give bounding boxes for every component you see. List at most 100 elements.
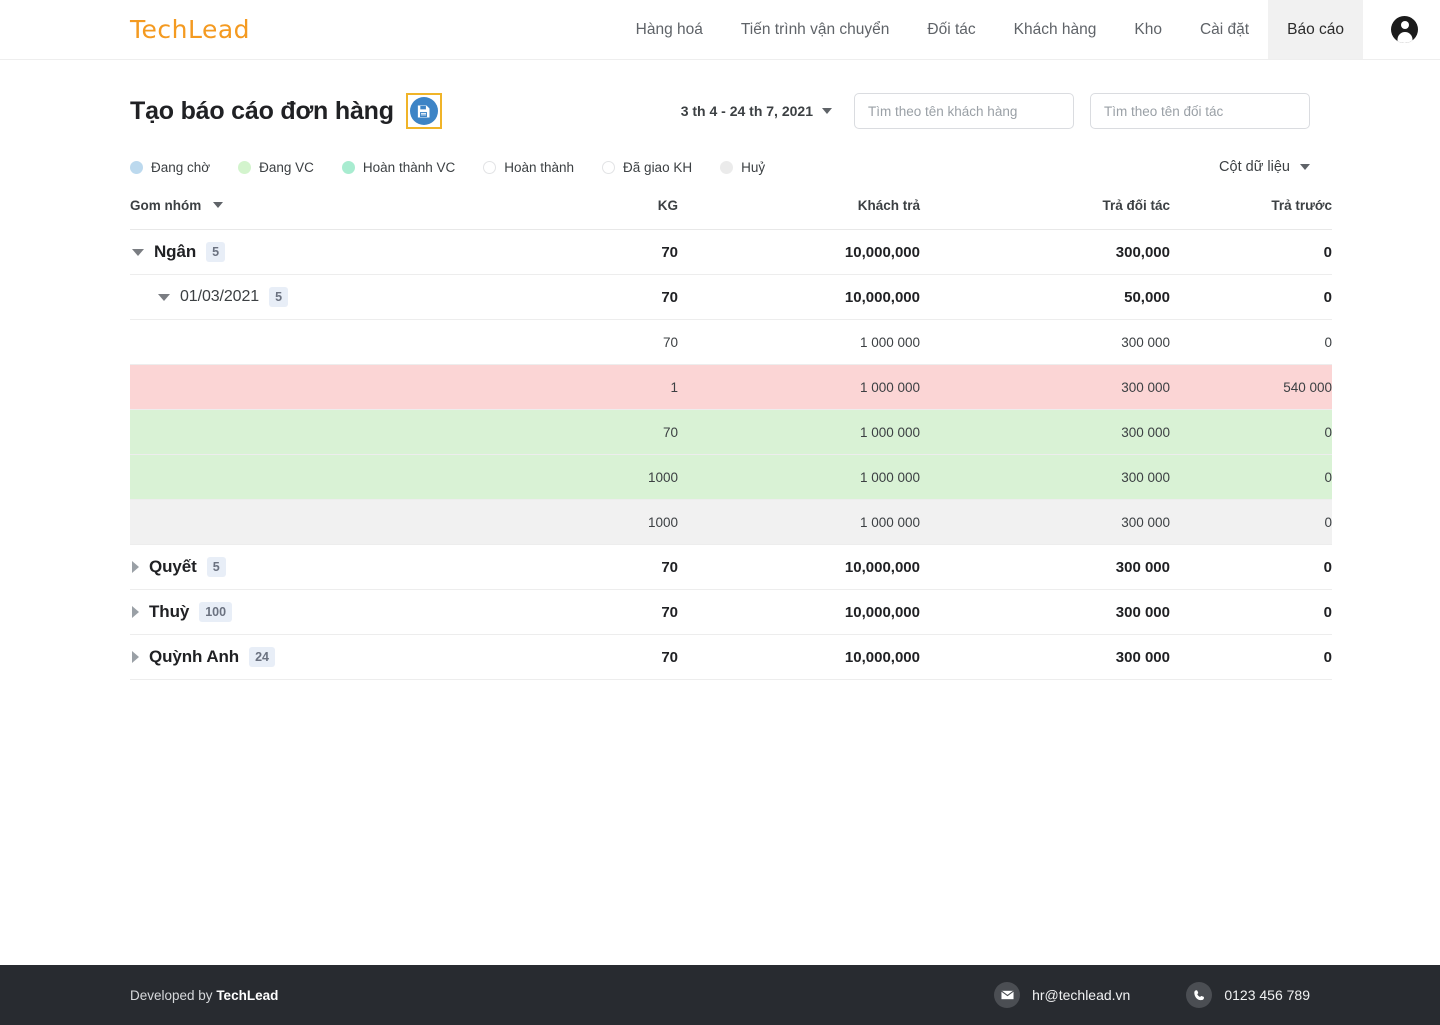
chevron-right-icon[interactable] [132, 606, 139, 618]
cell-group: Quỳnh Anh 24 [130, 634, 510, 680]
cell-khach-tra: 1 000 000 [700, 364, 920, 410]
legend-item-0[interactable]: Đang chờ [130, 160, 210, 175]
customer-search-input[interactable] [854, 93, 1074, 129]
cell-tra-truoc: 0 [1170, 544, 1332, 590]
nav-item-3[interactable]: Khách hàng [995, 0, 1116, 59]
group-toggle[interactable]: Quỳnh Anh 24 [130, 646, 510, 668]
cell-tra-truoc: 540 000 [1170, 364, 1332, 410]
chevron-right-icon[interactable] [132, 651, 139, 663]
cell-tra-truoc: 0 [1170, 274, 1332, 320]
account-button[interactable] [1373, 0, 1440, 59]
group-toggle[interactable]: Quyết 5 [130, 556, 510, 578]
cell-tra-truoc: 0 [1170, 229, 1332, 275]
legend-item-1[interactable]: Đang VC [238, 160, 314, 175]
nav-item-label: Cài đặt [1199, 20, 1250, 38]
legend-item-label: Hoàn thành VC [362, 159, 456, 175]
footer-email[interactable]: hr@techlead.vn [994, 982, 1130, 1008]
cell-group: Thuỳ 100 [130, 589, 510, 635]
date-range-picker[interactable]: 3 th 4 - 24 th 7, 2021 [681, 103, 838, 119]
partner-search-input[interactable] [1090, 93, 1310, 129]
nav-item-2[interactable]: Đối tác [908, 0, 994, 59]
cell-tra-truoc: 0 [1170, 454, 1332, 500]
group-count-badge: 5 [206, 556, 226, 578]
phone-icon [1186, 982, 1213, 1008]
legend-item-3[interactable]: Hoàn thành [483, 160, 574, 175]
table-row[interactable]: 1000 1 000 000 300 000 0 [130, 454, 1332, 500]
group-label: Quyết [149, 557, 197, 576]
data-columns-button[interactable]: Cột dữ liệu [1219, 159, 1310, 175]
chevron-right-icon[interactable] [132, 561, 139, 573]
nav-item-0[interactable]: Hàng hoá [617, 0, 722, 59]
table-group-row[interactable]: 01/03/2021 5 70 10,000,000 50,000 0 [130, 274, 1332, 320]
group-count-badge: 100 [199, 601, 233, 623]
footer-phone[interactable]: 0123 456 789 [1186, 982, 1310, 1008]
page-title: Tạo báo cáo đơn hàng [130, 96, 394, 125]
cell-khach-tra: 10,000,000 [700, 634, 920, 680]
cell-kg: 1000 [510, 499, 700, 545]
nav-item-label: Hàng hoá [635, 20, 703, 38]
table-group-row[interactable]: Thuỳ 100 70 10,000,000 300 000 0 [130, 589, 1332, 635]
cell-tra-truoc: 0 [1170, 589, 1332, 635]
nav-items: Hàng hoá Tiến trình vận chuyển Đối tác Khác… [430, 0, 1373, 59]
cell-khach-tra: 10,000,000 [700, 589, 920, 635]
cell-kg: 70 [510, 544, 700, 590]
nav-item-1[interactable]: Tiến trình vận chuyển [722, 0, 908, 59]
column-header-tra-doi-tac[interactable]: Trả đối tác [920, 192, 1170, 230]
legend-item-2[interactable]: Hoàn thành VC [341, 159, 456, 175]
table-group-row[interactable]: Quyết 5 70 10,000,000 300 000 0 [130, 544, 1332, 590]
user-avatar-icon[interactable] [1391, 16, 1418, 43]
cell-tra-doi-tac: 300 000 [920, 634, 1170, 680]
table-row[interactable]: 11 000 000 300 000 540 000 [130, 364, 1332, 410]
cell-group: Quyết 5 [130, 544, 510, 590]
column-header-group[interactable]: Gom nhóm [130, 192, 510, 230]
legend-item-4[interactable]: Đã giao KH [602, 160, 692, 175]
developed-by-prefix: Developed by [130, 987, 217, 1003]
cell-tra-doi-tac: 300 000 [920, 319, 1170, 365]
save-report-button[interactable] [405, 93, 442, 129]
group-toggle[interactable]: 01/03/2021 5 [130, 286, 510, 308]
report-table-container: Gom nhóm KG Khách trả Trả đối tác Trả tr… [0, 192, 1440, 680]
techlead-logo[interactable]: TechLead [130, 15, 250, 44]
group-count-badge: 24 [249, 646, 275, 668]
column-header-tra-truoc[interactable]: Trả trước [1170, 192, 1332, 230]
nav-item-5[interactable]: Cài đặt [1181, 0, 1268, 59]
data-columns-label: Cột dữ liệu [1219, 159, 1290, 175]
nav-item-label: Khách hàng [1013, 20, 1097, 38]
nav-item-label: Kho [1134, 20, 1162, 38]
nav-item-4[interactable]: Kho [1115, 0, 1181, 59]
cell-khach-tra: 1 000 000 [700, 499, 920, 545]
table-header: Gom nhóm KG Khách trả Trả đối tác Trả tr… [130, 192, 1332, 230]
column-header-group-label: Gom nhóm [130, 198, 202, 213]
group-toggle[interactable]: Ngân 5 [130, 241, 510, 263]
chevron-down-icon[interactable] [132, 248, 144, 256]
table-group-row[interactable]: Quỳnh Anh 24 70 10,000,000 300 000 0 [130, 634, 1332, 680]
column-header-khach-tra[interactable]: Khách trả [700, 192, 920, 230]
floppy-disk-save-icon [409, 97, 438, 125]
cell-tra-doi-tac: 300 000 [920, 409, 1170, 455]
cell-tra-doi-tac: 300 000 [920, 544, 1170, 590]
group-toggle[interactable]: Thuỳ 100 [130, 601, 510, 623]
logo-area[interactable]: TechLead [0, 0, 430, 59]
cell-group [130, 364, 510, 410]
top-navigation-bar: TechLead Hàng hoá Tiến trình vận chuyển Đố… [0, 0, 1440, 60]
cell-tra-doi-tac: 300 000 [920, 454, 1170, 500]
group-label: Thuỳ [149, 602, 190, 621]
cell-tra-truoc: 0 [1170, 409, 1332, 455]
table-row[interactable]: 1000 1 000 000 300 000 0 [130, 499, 1332, 545]
table-group-row[interactable]: Ngân 5 70 10,000,000 300,000 0 [130, 229, 1332, 275]
cell-kg: 70 [510, 229, 700, 275]
footer-contacts: hr@techlead.vn 0123 456 789 [994, 982, 1310, 1008]
table-row[interactable]: 70 1 000 000 300 000 0 [130, 319, 1332, 365]
cell-kg: 70 [510, 274, 700, 320]
table-body: Ngân 5 70 10,000,000 300,000 0 01/03/2021 5 70 10… [130, 229, 1332, 680]
chevron-down-icon [822, 108, 832, 114]
column-header-kg[interactable]: KG [510, 192, 700, 230]
cell-khach-tra: 10,000,000 [700, 229, 920, 275]
table-row[interactable]: 70 1 000 000 300 000 0 [130, 409, 1332, 455]
chevron-down-icon[interactable] [158, 293, 170, 301]
cell-group: Ngân 5 [130, 229, 510, 275]
page-footer: Developed by TechLead hr@techlead.vn 012… [0, 965, 1440, 1025]
legend-item-5[interactable]: Huỷ [720, 160, 765, 175]
nav-item-6[interactable]: Báo cáo [1268, 0, 1363, 59]
cell-tra-doi-tac: 50,000 [920, 274, 1170, 320]
